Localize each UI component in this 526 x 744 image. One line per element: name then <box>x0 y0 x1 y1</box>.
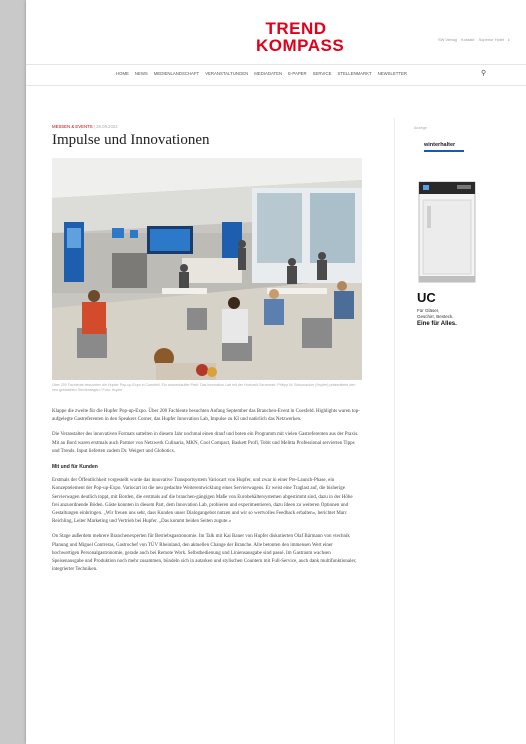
article-subheading: Mit und für Kunden <box>52 464 98 471</box>
top-link-verlag[interactable]: SW Verlag <box>438 37 457 42</box>
article-paragraph: Klappe die zweite für die Hupfer Pop-up-… <box>52 409 360 423</box>
article-paragraph: On Stage außerdem mehrere Branchenexpert… <box>52 534 357 573</box>
ad-line-1: Für Gläser, <box>417 308 440 313</box>
logo-line-2: KOMPASS <box>256 36 345 55</box>
nav-item-veranstaltungen[interactable]: VERANSTALTUNGEN <box>205 71 248 76</box>
article-paragraph: Erstmals der Öffentlichkeit vorgestellt … <box>52 478 353 525</box>
sidebar-ad[interactable]: winterhalter UC Für Gläser, Geschirr, Be… <box>414 140 484 360</box>
article-title: Impulse und Innovationen <box>52 132 210 148</box>
nav-item-epaper[interactable]: E-PAPER <box>288 71 307 76</box>
ad-tagline: Eine für Alles. <box>417 321 457 327</box>
nav-item-mediadaten[interactable]: MEDIADATEN <box>254 71 282 76</box>
nav-item-home[interactable]: HOME <box>116 71 129 76</box>
column-divider <box>394 118 395 744</box>
top-links: SW Verlag Kontakt Superior Hotel • <box>438 37 509 42</box>
article-body: Klappe die zweite für die Hupfer Pop-up-… <box>52 408 360 581</box>
dishwasher-image <box>418 181 476 283</box>
search-icon[interactable]: ⚲ <box>481 69 486 77</box>
nav-item-newsletter[interactable]: NEWSLETTER <box>378 71 407 76</box>
article-photo <box>52 158 362 380</box>
article-date: | 28.09.2022 <box>93 124 118 129</box>
ad-line-2: Geschirr, Besteck. <box>417 314 454 319</box>
main-nav: HOME NEWS MEDIENLANDSCHAFT VERANSTALTUNG… <box>26 64 526 86</box>
top-link-kontakt[interactable]: Kontakt <box>461 37 475 42</box>
ad-brand-logo: winterhalter <box>424 142 456 148</box>
article-paragraph: Die Veranstalter des innovativen Formats… <box>52 432 359 454</box>
photo-caption: Über 200 Fachleute besuchten die Hupfer … <box>52 383 356 392</box>
ad-brand-bar <box>424 150 464 152</box>
logo-line-1: TREND <box>265 19 327 38</box>
nav-item-stellenmarkt[interactable]: STELLENMARKT <box>337 71 371 76</box>
user-icon[interactable]: • <box>508 37 509 42</box>
nav-item-medienlandschaft[interactable]: MEDIENLANDSCHAFT <box>154 71 199 76</box>
article-kicker: MESSEN & EVENTS | 28.09.2022 <box>52 124 118 129</box>
nav-item-service[interactable]: SERVICE <box>313 71 332 76</box>
ad-label: Anzeige <box>414 126 427 130</box>
nav-item-news[interactable]: NEWS <box>135 71 148 76</box>
ad-model: UC <box>417 290 436 305</box>
article-category[interactable]: MESSEN & EVENTS <box>52 124 93 129</box>
article-page: TREND KOMPASS SW Verlag Kontakt Superior… <box>26 0 526 744</box>
top-link-hotel[interactable]: Superior Hotel <box>478 37 504 42</box>
site-logo[interactable]: TREND KOMPASS <box>256 19 345 55</box>
